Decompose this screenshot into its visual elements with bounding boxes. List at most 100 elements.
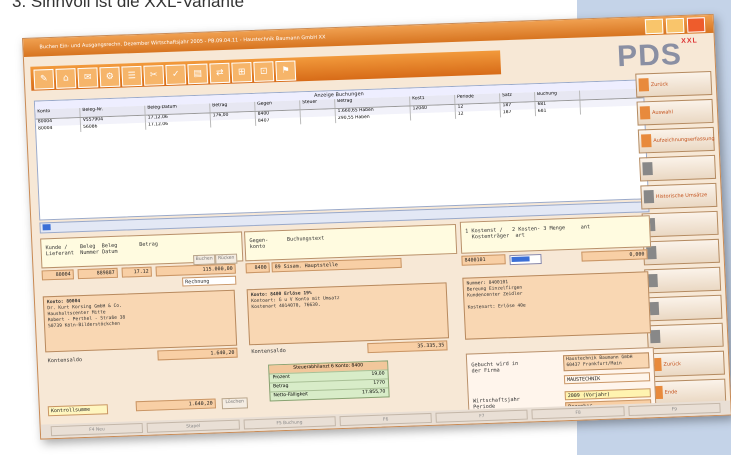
toolbar-button-icon[interactable]: ✉ [77,67,99,89]
sidebar-button[interactable]: Zurück [647,350,725,378]
beleg-datum-field[interactable]: 17.12 [121,266,152,278]
wj-field[interactable]: 2009 (Vorjahr) [564,388,651,401]
column-header[interactable]: Periode [455,93,501,104]
kost-progress [509,253,542,266]
tax-value: 19,00 [371,371,385,377]
toolbar-button-icon[interactable]: ✓ [165,64,187,85]
buchen-button[interactable]: Buchen [193,254,216,266]
table-cell: 80004 [36,124,82,134]
minimize-button[interactable] [644,18,664,35]
table-cell [410,111,457,121]
betrag-field[interactable]: 115.000,00 [155,263,236,277]
status-button[interactable]: F7 [435,409,529,423]
company-label: Gebucht wird in der Firma [471,360,519,375]
sidebar-button[interactable]: Historische Umsätze [640,182,718,210]
table-cell: 681 [535,107,582,117]
gegenkonto-field[interactable]: 8400 [245,262,270,274]
beleg-nr-field[interactable]: 889887 [77,267,118,280]
konto-saldo-label: Kontensaldo [47,357,83,365]
status-button[interactable]: F4 Neu [50,422,144,437]
status-button[interactable]: F5 Buchung [243,416,336,430]
column-header[interactable]: Kost1 [410,94,456,106]
gegenkonto-info-text: Kontoart: G u V Konto mit Umsatz Kostena… [251,296,340,311]
sidebar-button[interactable] [646,322,724,350]
scroll-arrow-icon[interactable] [42,224,51,231]
column-header[interactable]: Konto [35,108,81,119]
sidebar-button[interactable]: Zurück [635,70,713,98]
kontrollsumme-label: Kontrollsumme [47,404,109,417]
column-header[interactable]: Gegen [255,100,301,111]
entry-header-mid-label: Gegen- Buchungstext konto [249,235,325,251]
toolbar-button-icon[interactable]: ⚙ [99,66,121,88]
column-header[interactable]: Buchung [534,90,581,102]
toolbar-button-icon[interactable]: ⚑ [275,60,297,82]
tax-key: Betrag [272,383,289,390]
column-header[interactable]: Betrag [210,101,256,113]
bookings-table[interactable]: Anzeige Buchungen Konto Beleg-Nr. Beleg-Da… [33,79,649,221]
toolbar-button-icon[interactable]: ⇄ [209,62,231,84]
stnr-field: MAUSTECHNIK [563,372,651,385]
table-cell: 8407 [255,117,302,126]
company-value: Haustechnik Baumann GmbH 60437 Frankfurt… [562,352,650,372]
entry-header-mid: Gegen- Buchungstext konto [243,223,458,262]
toolbar-button-icon[interactable]: ☰ [121,65,143,87]
sidebar-button[interactable] [645,294,723,322]
toolbar-button-icon[interactable]: ✎ [33,68,55,90]
konto-saldo-value: 1.640,20 [157,347,238,361]
kontrollsumme-value: 1.640,20 [135,398,217,412]
gegen-saldo-label: Kontensaldo [251,347,286,356]
table-cell [300,116,337,125]
window-controls [644,17,706,35]
tax-value: 1770 [373,380,386,386]
table-cell: 187 [500,109,537,118]
gegen-saldo-value: 35.335,35 [367,340,448,354]
table-cell: 17.12.06 [145,120,212,130]
entry-header-left-label: Kunde / Beleg Beleg Betrag Lieferant Num… [45,241,159,258]
column-header[interactable]: Satz [500,92,536,103]
toolbar-button-icon[interactable]: ⊞ [231,62,253,83]
toolbar-button-icon[interactable]: ▤ [187,63,209,85]
kost1-field[interactable]: 8400101 [461,254,506,266]
document-caption: 3. Sinnvoll ist die XXL-Variante [12,0,245,11]
sidebar-button[interactable]: Aufzeichnungserfassung [637,126,715,154]
close-button[interactable] [686,17,706,33]
kost-progress-fill [511,256,530,263]
gegenkonto-info-box: Konto: 8400 Erlöse 19% Kontoart: G u V K… [246,282,450,346]
ruecken-button[interactable]: Rücken [215,253,238,265]
sidebar-button[interactable] [639,154,717,182]
status-button[interactable]: Stapel [146,419,240,433]
buchungstext-field[interactable]: 89 Sisam. Hauptstelle [271,257,402,273]
entry-header-right-label: 1 Kostenst / 2 Kosten- 3 Menge ant Koste… [465,224,591,241]
status-button[interactable]: F6 [339,412,433,427]
tax-box: Steuerabhilanzt 6 Konto: 8400 Prozent 19,… [268,360,390,402]
pds-logo: PDSXXL [616,37,699,74]
column-header[interactable]: Steuer [300,99,336,110]
rechnung-label: Rechnung [182,275,237,287]
application-window: Buchen Ein- und Ausgangsrechn. Dezember … [22,13,731,440]
sidebar-button[interactable] [644,266,722,294]
logo-text: PDS [616,37,683,74]
kost-value-field[interactable]: 0,000 [581,249,648,262]
toolbar-button-icon[interactable]: ⊡ [253,61,275,82]
kost-info-text: Nummer: 8400101 Bereung Einzelfirgen Kun… [466,280,523,299]
status-button[interactable]: F8 [531,406,625,420]
sidebar-button[interactable] [642,238,720,266]
sidebar-button[interactable]: Auswahl [636,98,714,126]
sidebar-button[interactable] [641,210,719,238]
loeschen-button[interactable]: Löschen [221,397,249,410]
table-cell: 56086 [81,122,147,132]
table-cell [210,118,257,128]
tax-key: Prozent [272,374,291,381]
window-titlebar: Buchen Ein- und Ausgangsrechn. Dezember … [23,14,714,57]
konto-field[interactable]: 80004 [41,269,75,281]
toolbar-button-icon[interactable]: ⌂ [55,68,77,89]
kost-info-box: Nummer: 8400101 Bereung Einzelfirgen Kun… [462,271,652,340]
tax-key: Netto-Fälligkeit [273,392,309,399]
tax-value: 17.855,70 [361,389,386,396]
maximize-button[interactable] [665,17,685,34]
status-button[interactable]: F9 [628,402,721,417]
konto-info-text: Dr. Kurt Korsing GmbH & Co. Haushaltscen… [47,303,126,330]
entry-header-right: 1 Kostenst / 2 Kosten- 3 Menge ant Koste… [459,215,652,254]
toolbar-button-icon[interactable]: ✂ [143,65,165,86]
table-cell: 290,55 Haben [335,113,412,124]
